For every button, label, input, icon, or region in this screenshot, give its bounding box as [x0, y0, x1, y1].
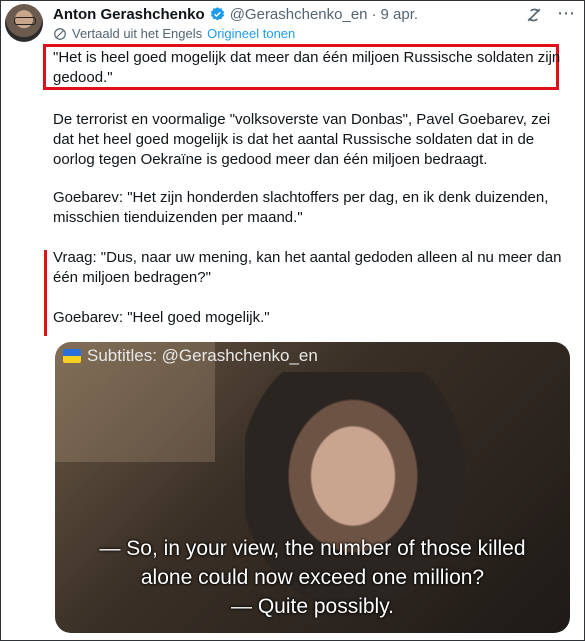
close-icon[interactable]: ⋯ — [556, 3, 576, 23]
paragraph-1: De terrorist en voormalige "volksoverste… — [53, 111, 551, 168]
caption-line: alone could now exceed one million? — [140, 566, 485, 589]
author-name[interactable]: Anton Gerashchenko — [53, 6, 205, 23]
caption-line: — So, in your view, the number of those … — [99, 537, 526, 560]
author-handle[interactable]: @Gerashchenko_en — [230, 6, 368, 23]
paragraph-2: Goebarev: "Het zijn honderden slachtoffe… — [53, 189, 549, 226]
ukraine-flag-icon — [63, 349, 81, 363]
translation-notice: Vertaald uit het Engels Origineel tonen — [53, 26, 295, 41]
show-original-link[interactable]: Origineel tonen — [207, 26, 295, 41]
avatar[interactable] — [5, 4, 43, 42]
highlight-bar — [44, 250, 47, 336]
verified-badge-icon — [210, 6, 224, 20]
subtitle-credit-text: Subtitles: @Gerashchenko_en — [87, 346, 318, 365]
video-player[interactable]: Subtitles: @Gerashchenko_en — So, in you… — [55, 342, 570, 633]
quote-text: "Het is heel goed mogelijk dat meer dan … — [53, 49, 561, 86]
avatar-glasses — [14, 17, 36, 25]
subtitle-credit: Subtitles: @Gerashchenko_en — [63, 346, 318, 366]
globe-icon — [54, 27, 66, 40]
paragraph-4: Goebarev: "Heel goed mogelijk." — [53, 309, 270, 326]
paragraph-3: Vraag: "Dus, naar uw mening, kan het aan… — [53, 249, 562, 286]
caption-line: — Quite possibly. — [230, 595, 394, 618]
video-captions: — So, in your view, the number of those … — [55, 534, 570, 621]
translated-label: Vertaald uit het Engels — [72, 26, 203, 41]
tweet-date[interactable]: 9 apr. — [381, 6, 419, 23]
tweet-header: Anton Gerashchenko @Gerashchenko_en · 9 … — [53, 4, 418, 24]
grok-icon[interactable] — [524, 5, 544, 25]
separator-dot: · — [371, 5, 377, 23]
